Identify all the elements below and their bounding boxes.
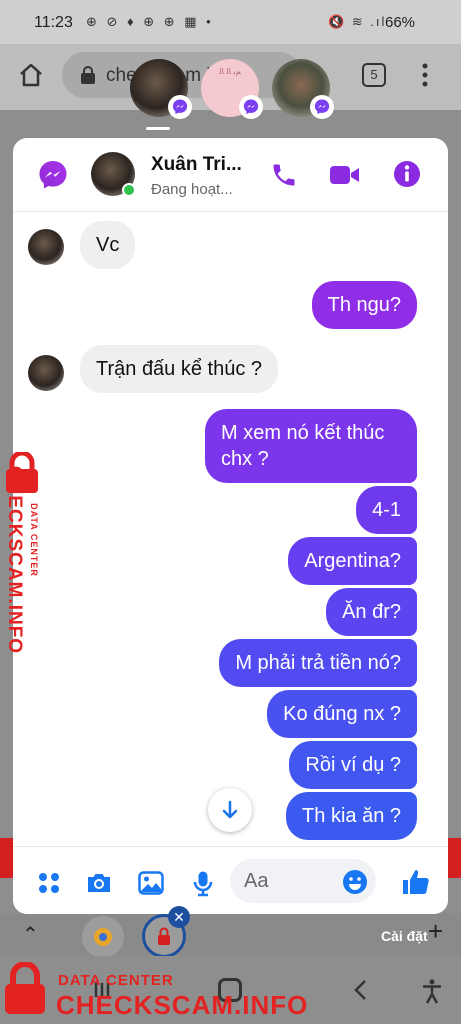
- watermark-lock-icon: [5, 962, 45, 1014]
- message-bubble-in[interactable]: Vc: [80, 221, 136, 269]
- contact-status: Đang hoạt...: [151, 181, 233, 198]
- contact-name[interactable]: Xuân Tri...: [151, 154, 242, 176]
- gallery-icon[interactable]: [137, 869, 165, 897]
- message-bubble-out[interactable]: Ăn đr?: [326, 588, 417, 636]
- message-bubble-out[interactable]: Th ngu?: [311, 281, 417, 329]
- message-bubble-in[interactable]: Trận đấu kể thúc ?: [80, 345, 279, 393]
- status-bar: 11:23 ⊕ ⊘ ♦ ⊕ ⊕ ▦ • 🔇 ≋ .ıl 66%: [0, 0, 461, 44]
- background-banner-right: [448, 838, 461, 878]
- chat-head-3[interactable]: [272, 59, 334, 119]
- message-bubble-out[interactable]: Rồi ví dụ ?: [289, 741, 417, 789]
- messenger-badge-icon: [310, 95, 334, 119]
- sender-avatar[interactable]: [28, 229, 64, 265]
- video-call-icon[interactable]: [329, 163, 361, 187]
- background-banner-left: [0, 838, 13, 878]
- accessibility-icon[interactable]: [420, 978, 444, 1004]
- shortcut-app-icon[interactable]: [82, 916, 124, 958]
- scroll-to-bottom-button[interactable]: [208, 788, 252, 832]
- info-icon[interactable]: [393, 160, 421, 188]
- watermark-tag: DATA CENTER: [58, 972, 174, 989]
- camera-icon[interactable]: [85, 869, 113, 897]
- messenger-badge-icon: [168, 95, 192, 119]
- lock-icon: [81, 66, 95, 84]
- message-bubble-out[interactable]: M phải trả tiền nó?: [219, 639, 417, 687]
- chat-head-1[interactable]: [130, 59, 192, 119]
- message-list[interactable]: Vc Th ngu? Trận đấu kể thúc ? M xem nó k…: [13, 213, 448, 846]
- chrome-icon: [94, 928, 112, 946]
- chat-panel: Xuân Tri... Đang hoạt... Vc Th ngu? Trận…: [13, 138, 448, 914]
- tabs-count-button[interactable]: 5: [362, 63, 386, 87]
- arrow-down-icon: [222, 800, 238, 819]
- like-thumb-icon[interactable]: [401, 867, 431, 897]
- sender-avatar[interactable]: [28, 355, 64, 391]
- messenger-badge-icon: [239, 95, 263, 119]
- more-vert-icon[interactable]: [420, 62, 430, 88]
- browser-bottom-toolbar: ⌃ ✕ Cài đặt +: [0, 906, 461, 958]
- add-icon[interactable]: +: [428, 916, 443, 947]
- notification-icons: ⊕ ⊘ ♦ ⊕ ⊕ ▦ •: [86, 14, 214, 29]
- messenger-logo-icon[interactable]: [37, 159, 69, 191]
- microphone-icon[interactable]: [189, 869, 217, 897]
- chat-header: Xuân Tri... Đang hoạt...: [13, 138, 448, 212]
- battery-level: 66%: [385, 14, 416, 31]
- back-icon[interactable]: [350, 978, 370, 1002]
- signal-icons: 🔇 ≋ .ıl: [328, 14, 387, 29]
- message-bubble-out[interactable]: M xem nó kết thúc chx ?: [205, 409, 417, 483]
- active-chat-indicator: [146, 127, 170, 130]
- chat-head-2[interactable]: ﻢﺑ ﺎﻟ ﺎﻟ: [201, 59, 263, 119]
- message-composer: Aa: [13, 846, 448, 914]
- watermark-brand: CHECKSCAM.INFO: [56, 990, 309, 1020]
- message-bubble-out[interactable]: Argentina?: [288, 537, 417, 585]
- message-bubble-out[interactable]: 4-1: [356, 486, 417, 534]
- watermark-tag-vertical: DATA CENTER: [29, 503, 39, 577]
- home-icon[interactable]: [18, 62, 44, 88]
- message-bubble-out[interactable]: Th kia ăn ?: [286, 792, 417, 840]
- emoji-icon[interactable]: [342, 869, 368, 895]
- close-icon[interactable]: ✕: [168, 906, 190, 928]
- message-input-placeholder: Aa: [244, 870, 269, 892]
- menu-grid-icon[interactable]: [35, 869, 63, 897]
- settings-label[interactable]: Cài đặt: [381, 928, 428, 944]
- watermark-brand-vertical: CHECKSCAM.INFO: [4, 465, 25, 655]
- status-time: 11:23: [34, 14, 73, 31]
- online-status-dot: [122, 183, 136, 197]
- message-input[interactable]: Aa: [230, 859, 376, 903]
- chevron-up-icon[interactable]: ⌃: [22, 922, 39, 947]
- chat-head-2-text: ﻢﺑ ﺎﻟ ﺎﻟ: [219, 67, 241, 76]
- message-bubble-out[interactable]: Ko đúng nx ?: [267, 690, 417, 738]
- phone-call-icon[interactable]: [270, 161, 298, 189]
